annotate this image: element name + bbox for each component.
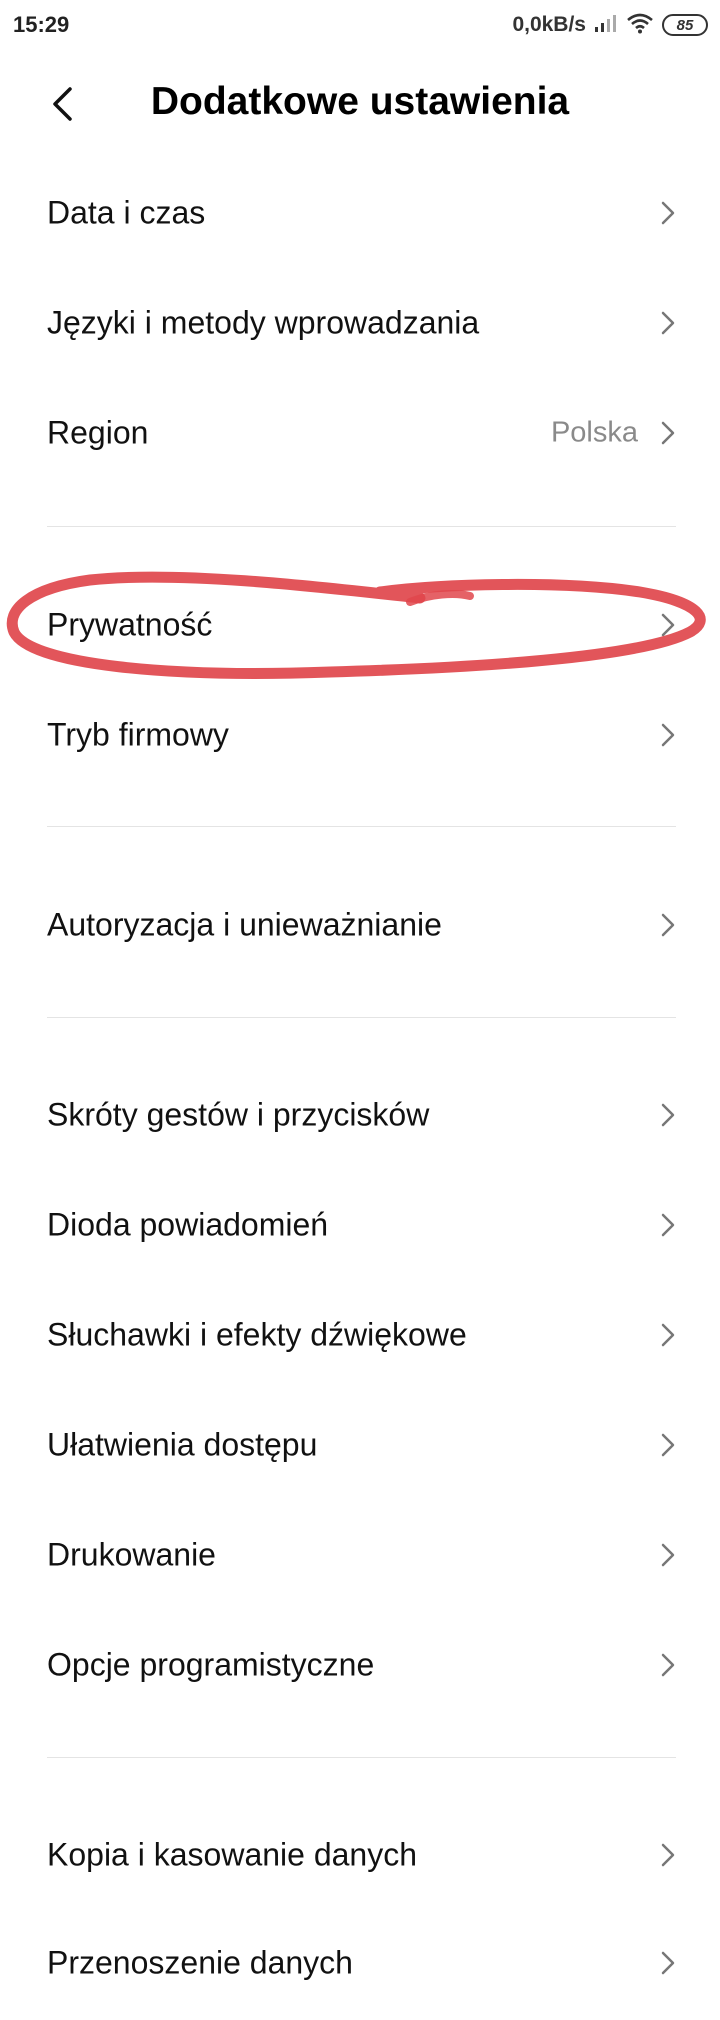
list-item-label: Języki i metody wprowadzania <box>47 304 480 341</box>
chevron-right-icon <box>656 1540 680 1570</box>
chevron-right-icon <box>656 418 680 448</box>
list-item-headphones[interactable]: Słuchawki i efekty dźwiękowe <box>0 1280 720 1390</box>
list-item-privacy[interactable]: Prywatność <box>0 570 720 680</box>
list-item-notification-led[interactable]: Dioda powiadomień <box>0 1170 720 1280</box>
divider <box>47 826 676 827</box>
chevron-right-icon <box>656 308 680 338</box>
chevron-right-icon <box>656 1840 680 1870</box>
list-item-backup-reset[interactable]: Kopia i kasowanie danych <box>0 1800 720 1910</box>
list-item-label: Autoryzacja i unieważnianie <box>47 906 442 943</box>
status-icons: 0,0kB/s 85 <box>512 10 708 40</box>
region-value: Polska <box>550 416 638 449</box>
chevron-right-icon <box>656 1320 680 1350</box>
wifi-icon <box>626 12 654 39</box>
divider <box>47 526 676 527</box>
list-item-label: Słuchawki i efekty dźwiękowe <box>47 1316 467 1353</box>
chevron-right-icon <box>656 1650 680 1680</box>
list-item-printing[interactable]: Drukowanie <box>0 1500 720 1610</box>
page-title: Dodatkowe ustawienia <box>150 80 570 123</box>
divider <box>47 1017 676 1018</box>
list-item-languages[interactable]: Języki i metody wprowadzania <box>0 268 720 378</box>
list-item-label: Tryb firmowy <box>47 716 229 753</box>
list-item-label: Kopia i kasowanie danych <box>47 1836 418 1873</box>
chevron-right-icon <box>656 910 680 940</box>
list-item-label: Data i czas <box>47 194 206 231</box>
status-time: 15:29 <box>13 12 70 37</box>
list-item-label: Dioda powiadomień <box>47 1206 329 1243</box>
chevron-right-icon <box>656 1430 680 1460</box>
chevron-right-icon <box>656 1210 680 1240</box>
list-item-authorization[interactable]: Autoryzacja i unieważnianie <box>0 870 720 980</box>
chevron-right-icon <box>656 198 680 228</box>
list-item-data-transfer[interactable]: Przenoszenie danych <box>0 1908 720 2018</box>
chevron-right-icon <box>656 1100 680 1130</box>
list-item-label: Opcje programistyczne <box>47 1646 375 1683</box>
list-item-label: Skróty gestów i przycisków <box>47 1096 430 1133</box>
status-bar: 15:29 0,0kB/s 85 <box>0 0 720 52</box>
list-item-accessibility[interactable]: Ułatwienia dostępu <box>0 1390 720 1500</box>
list-item-label: Ułatwienia dostępu <box>47 1426 318 1463</box>
list-item-region[interactable]: Region Polska <box>0 378 720 488</box>
network-speed: 0,0kB/s <box>512 13 586 36</box>
chevron-right-icon <box>656 1948 680 1978</box>
list-item-label: Prywatność <box>47 606 213 643</box>
list-item-label: Drukowanie <box>47 1536 216 1573</box>
list-item-label: Region <box>47 414 149 451</box>
list-item-developer-options[interactable]: Opcje programistyczne <box>0 1610 720 1720</box>
header: Dodatkowe ustawienia <box>0 60 720 150</box>
battery-icon: 85 <box>662 14 708 36</box>
list-item-date-time[interactable]: Data i czas <box>0 158 720 268</box>
chevron-right-icon <box>656 720 680 750</box>
list-item-enterprise-mode[interactable]: Tryb firmowy <box>0 680 720 790</box>
chevron-right-icon <box>656 610 680 640</box>
list-item-gesture-shortcuts[interactable]: Skróty gestów i przycisków <box>0 1060 720 1170</box>
list-item-label: Przenoszenie danych <box>47 1944 353 1981</box>
divider <box>47 1757 676 1758</box>
signal-icon <box>594 13 618 38</box>
